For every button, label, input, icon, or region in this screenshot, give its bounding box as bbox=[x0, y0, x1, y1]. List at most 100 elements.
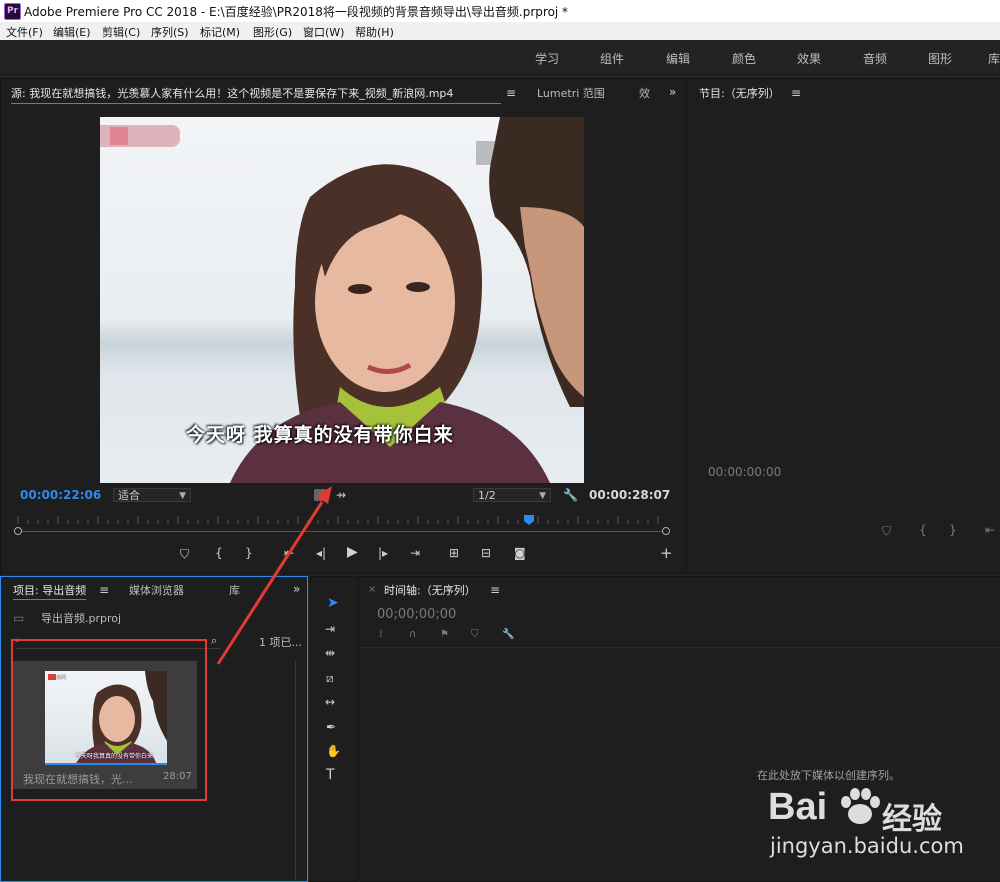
tab-lumetri-scopes[interactable]: Lumetri 范围 bbox=[537, 85, 605, 101]
tab-media-browser[interactable]: 媒体浏览器 bbox=[129, 582, 184, 598]
workspace-bar: 学习 组件 编辑 颜色 效果 音频 图形 库 bbox=[0, 40, 1000, 75]
workspace-learn[interactable]: 学习 bbox=[535, 50, 559, 67]
video-subtitle: 今天呀 我算真的没有带你白来 bbox=[186, 424, 454, 446]
tab-libraries[interactable]: 库 bbox=[229, 582, 240, 598]
watermark-url: jingyan.baidu.com bbox=[770, 834, 964, 858]
baidu-paw-icon bbox=[841, 788, 880, 824]
menu-window[interactable]: 窗口(W) bbox=[303, 24, 344, 40]
go-to-in-icon[interactable]: ⇤ bbox=[985, 524, 995, 536]
workspace-assembly[interactable]: 组件 bbox=[600, 50, 624, 67]
project-file-name: 导出音频.prproj bbox=[41, 612, 122, 625]
panel-menu-icon[interactable]: ≡ bbox=[506, 87, 516, 99]
source-playhead[interactable] bbox=[523, 514, 534, 525]
wrench-icon[interactable]: 🔧 bbox=[502, 629, 514, 641]
linked-selection-icon[interactable]: ∩ bbox=[409, 629, 416, 641]
type-tool-icon[interactable]: T bbox=[326, 768, 335, 782]
program-timecode[interactable]: 00:00:00:00 bbox=[708, 465, 781, 479]
tab-timeline[interactable]: 时间轴:（无序列） bbox=[384, 582, 476, 598]
fit-dropdown[interactable]: 适合 ▼ bbox=[113, 488, 191, 502]
panel-menu-icon[interactable]: ≡ bbox=[99, 584, 109, 596]
chevron-down-icon: ▼ bbox=[179, 491, 186, 501]
time-ruler[interactable] bbox=[14, 516, 670, 524]
annotation-highlight-box bbox=[11, 639, 207, 801]
tab-program[interactable]: 节目:（无序列） bbox=[699, 85, 780, 101]
folder-icon: ▭ bbox=[13, 611, 25, 625]
export-frame-camera-icon[interactable]: ◙ bbox=[514, 547, 526, 559]
overwrite-icon[interactable]: ⊟ bbox=[481, 547, 491, 559]
tools-panel: ➤ ⇥ ⇹ ⧄ ↔ ✒ ✋ T bbox=[310, 576, 358, 882]
resolution-value: 1/2 bbox=[478, 489, 496, 502]
menu-help[interactable]: 帮助(H) bbox=[355, 24, 394, 40]
find-icon[interactable]: ⌕ bbox=[211, 635, 217, 647]
snap-icon[interactable]: ⟟ bbox=[379, 629, 383, 641]
menu-edit[interactable]: 编辑(E) bbox=[53, 24, 91, 40]
go-to-in-icon[interactable]: ⇤ bbox=[284, 547, 294, 559]
workspace-editing[interactable]: 编辑 bbox=[666, 50, 690, 67]
wrench-icon[interactable]: 🔧 bbox=[563, 489, 578, 501]
source-video-frame[interactable]: 今天呀 我算真的没有带你白来 bbox=[100, 117, 584, 483]
baidu-watermark: Bai 经验 jingyan.baidu.com bbox=[764, 780, 1000, 880]
watermark-brand-left: Bai bbox=[768, 786, 828, 828]
menu-file[interactable]: 文件(F) bbox=[6, 24, 43, 40]
project-scrollbar[interactable] bbox=[295, 661, 296, 879]
premiere-logo-icon: Pr bbox=[4, 3, 21, 20]
tab-effects-controls[interactable]: 效 bbox=[639, 85, 650, 101]
panel-overflow-icon[interactable]: » bbox=[669, 86, 676, 98]
title-bar: Pr Adobe Premiere Pro CC 2018 - E:\百度经验\… bbox=[0, 0, 1000, 22]
insert-icon[interactable]: ⊞ bbox=[449, 547, 459, 559]
zoom-handle-right[interactable] bbox=[662, 527, 670, 535]
pen-tool-icon[interactable]: ✒ bbox=[326, 721, 336, 733]
source-duration: 00:00:28:07 bbox=[589, 488, 671, 502]
mark-in-icon[interactable]: { bbox=[919, 524, 927, 536]
mark-out-icon[interactable]: } bbox=[949, 524, 957, 536]
play-icon[interactable]: ▶ bbox=[347, 545, 358, 559]
add-marker-icon[interactable]: ⛉ bbox=[882, 525, 891, 537]
timeline-timecode[interactable]: 00;00;00;00 bbox=[377, 607, 456, 622]
project-panel: 项目: 导出音频 ≡ 媒体浏览器 库 » ▭ 导出音频.prproj ⌕ ⌕ 1… bbox=[0, 576, 308, 882]
panel-overflow-icon[interactable]: » bbox=[293, 583, 300, 595]
mark-out-icon[interactable]: } bbox=[245, 547, 253, 559]
timeline-divider bbox=[360, 647, 1000, 648]
program-monitor-panel: 节目:（无序列） ≡ 00:00:00:00 ⛉ { } ⇤ bbox=[686, 78, 1000, 574]
panel-menu-icon[interactable]: ≡ bbox=[791, 87, 801, 99]
menu-marker[interactable]: 标记(M) bbox=[200, 24, 240, 40]
drag-audio-icon[interactable]: ⇸ bbox=[336, 489, 346, 501]
step-back-icon[interactable]: ◂| bbox=[316, 547, 326, 559]
slip-tool-icon[interactable]: ↔ bbox=[325, 696, 335, 708]
zoom-scroll-track[interactable] bbox=[20, 531, 666, 532]
drag-video-icon[interactable] bbox=[314, 489, 326, 501]
razor-tool-icon[interactable]: ⧄ bbox=[326, 672, 334, 684]
hand-tool-icon[interactable]: ✋ bbox=[326, 745, 341, 757]
close-icon[interactable]: × bbox=[368, 584, 376, 596]
add-marker-icon[interactable]: ⚑ bbox=[440, 629, 449, 641]
mark-in-icon[interactable]: { bbox=[215, 547, 223, 559]
tab-project[interactable]: 项目: 导出音频 bbox=[13, 582, 87, 600]
menu-sequence[interactable]: 序列(S) bbox=[151, 24, 189, 40]
menu-clip[interactable]: 剪辑(C) bbox=[102, 24, 140, 40]
source-timecode-in[interactable]: 00:00:22:06 bbox=[20, 488, 101, 502]
zoom-handle-left[interactable] bbox=[14, 527, 22, 535]
go-to-out-icon[interactable]: ⇥ bbox=[410, 547, 420, 559]
track-select-tool-icon[interactable]: ⇥ bbox=[325, 623, 335, 635]
menu-graphics[interactable]: 图形(G) bbox=[253, 24, 292, 40]
window-title: Adobe Premiere Pro CC 2018 - E:\百度经验\PR2… bbox=[24, 5, 569, 19]
workspace-audio[interactable]: 音频 bbox=[863, 50, 887, 67]
selection-tool-icon[interactable]: ➤ bbox=[327, 596, 339, 610]
step-forward-icon[interactable]: |▸ bbox=[378, 547, 388, 559]
tab-source[interactable]: 源: 我现在就想搞钱，光羡慕人家有什么用！这个视频是不是要保存下来_视频_新浪网… bbox=[11, 85, 501, 104]
workspace-graphics[interactable]: 图形 bbox=[928, 50, 952, 67]
watermark-brand-right: 经验 bbox=[882, 802, 942, 837]
fit-value: 适合 bbox=[118, 489, 140, 502]
workspace-libraries[interactable]: 库 bbox=[988, 50, 1000, 67]
chevron-down-icon: ▼ bbox=[539, 491, 546, 501]
button-editor-plus-icon[interactable]: + bbox=[660, 546, 673, 561]
add-marker-icon[interactable]: ⛉ bbox=[180, 548, 189, 560]
items-count: 1 项已... bbox=[259, 636, 302, 649]
ripple-edit-tool-icon[interactable]: ⇹ bbox=[325, 647, 335, 659]
panel-menu-icon[interactable]: ≡ bbox=[490, 584, 500, 596]
menu-bar: 文件(F) 编辑(E) 剪辑(C) 序列(S) 标记(M) 图形(G) 窗口(W… bbox=[0, 22, 1000, 40]
workspace-color[interactable]: 颜色 bbox=[732, 50, 756, 67]
workspace-effects[interactable]: 效果 bbox=[797, 50, 821, 67]
resolution-dropdown[interactable]: 1/2 ▼ bbox=[473, 488, 551, 502]
marker-icon[interactable]: ⛉ bbox=[471, 629, 479, 641]
